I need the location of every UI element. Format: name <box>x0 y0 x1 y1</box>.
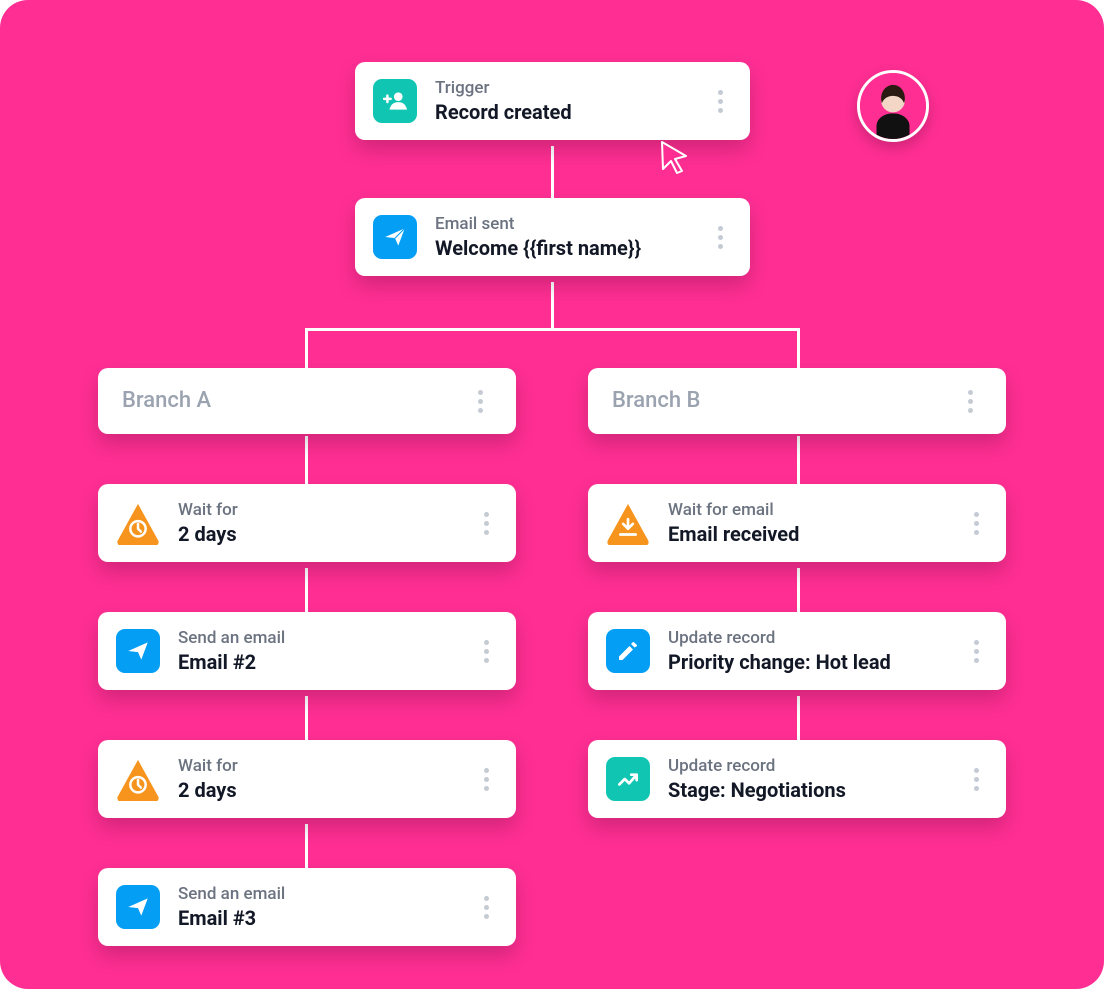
card-menu-button[interactable] <box>474 640 498 663</box>
wait-clock-icon <box>116 501 160 545</box>
workflow-canvas: Trigger Record created Email sent Welcom… <box>0 0 1104 989</box>
card-menu-button[interactable] <box>474 768 498 791</box>
card-menu-button[interactable] <box>964 512 988 535</box>
connector <box>305 328 800 331</box>
branch-title: Branch A <box>122 388 450 414</box>
wait-clock-icon <box>116 757 160 801</box>
trend-icon <box>606 757 650 801</box>
card-label: Update record <box>668 756 946 776</box>
branch-title: Branch B <box>612 388 940 414</box>
card-title: Email #2 <box>178 650 456 674</box>
card-title: Welcome {{first name}} <box>435 236 690 260</box>
card-label: Wait for email <box>668 500 946 520</box>
edit-icon <box>606 629 650 673</box>
trigger-card[interactable]: Trigger Record created <box>355 62 750 140</box>
connector <box>305 328 308 368</box>
card-menu-button[interactable] <box>708 226 732 249</box>
connector <box>305 696 308 740</box>
card-label: Trigger <box>435 78 690 98</box>
connector <box>305 568 308 612</box>
branch-b-step-2[interactable]: Update record Stage: Negotiations <box>588 740 1006 818</box>
send-icon <box>116 629 160 673</box>
card-label: Send an email <box>178 628 456 648</box>
wait-download-icon <box>606 501 650 545</box>
connector <box>797 436 800 484</box>
branch-b-header[interactable]: Branch B <box>588 368 1006 434</box>
branch-a-step-2[interactable]: Wait for 2 days <box>98 740 516 818</box>
branch-a-step-1[interactable]: Send an email Email #2 <box>98 612 516 690</box>
card-title: Email received <box>668 522 946 546</box>
card-title: 2 days <box>178 778 456 802</box>
card-menu-button[interactable] <box>708 90 732 113</box>
card-menu-button[interactable] <box>958 390 982 413</box>
branch-b-step-0[interactable]: Wait for email Email received <box>588 484 1006 562</box>
card-menu-button[interactable] <box>964 768 988 791</box>
card-label: Wait for <box>178 500 456 520</box>
card-menu-button[interactable] <box>474 512 498 535</box>
connector <box>551 146 554 198</box>
card-title: Email #3 <box>178 906 456 930</box>
connector <box>305 824 308 868</box>
branch-b-step-1[interactable]: Update record Priority change: Hot lead <box>588 612 1006 690</box>
card-title: Priority change: Hot lead <box>668 650 946 674</box>
card-title: Stage: Negotiations <box>668 778 946 802</box>
email-step-card[interactable]: Email sent Welcome {{first name}} <box>355 198 750 276</box>
branch-a-step-3[interactable]: Send an email Email #3 <box>98 868 516 946</box>
branch-a-step-0[interactable]: Wait for 2 days <box>98 484 516 562</box>
card-menu-button[interactable] <box>468 390 492 413</box>
card-label: Update record <box>668 628 946 648</box>
card-menu-button[interactable] <box>474 896 498 919</box>
connector <box>797 568 800 612</box>
card-label: Email sent <box>435 214 690 234</box>
person-add-icon <box>373 79 417 123</box>
connector <box>551 282 554 328</box>
collaborator-avatar <box>857 70 929 142</box>
send-icon <box>373 215 417 259</box>
connector <box>797 328 800 368</box>
card-title: 2 days <box>178 522 456 546</box>
card-label: Wait for <box>178 756 456 776</box>
card-menu-button[interactable] <box>964 640 988 663</box>
send-icon <box>116 885 160 929</box>
connector <box>797 696 800 740</box>
branch-a-header[interactable]: Branch A <box>98 368 516 434</box>
card-label: Send an email <box>178 884 456 904</box>
connector <box>305 436 308 484</box>
card-title: Record created <box>435 100 690 124</box>
